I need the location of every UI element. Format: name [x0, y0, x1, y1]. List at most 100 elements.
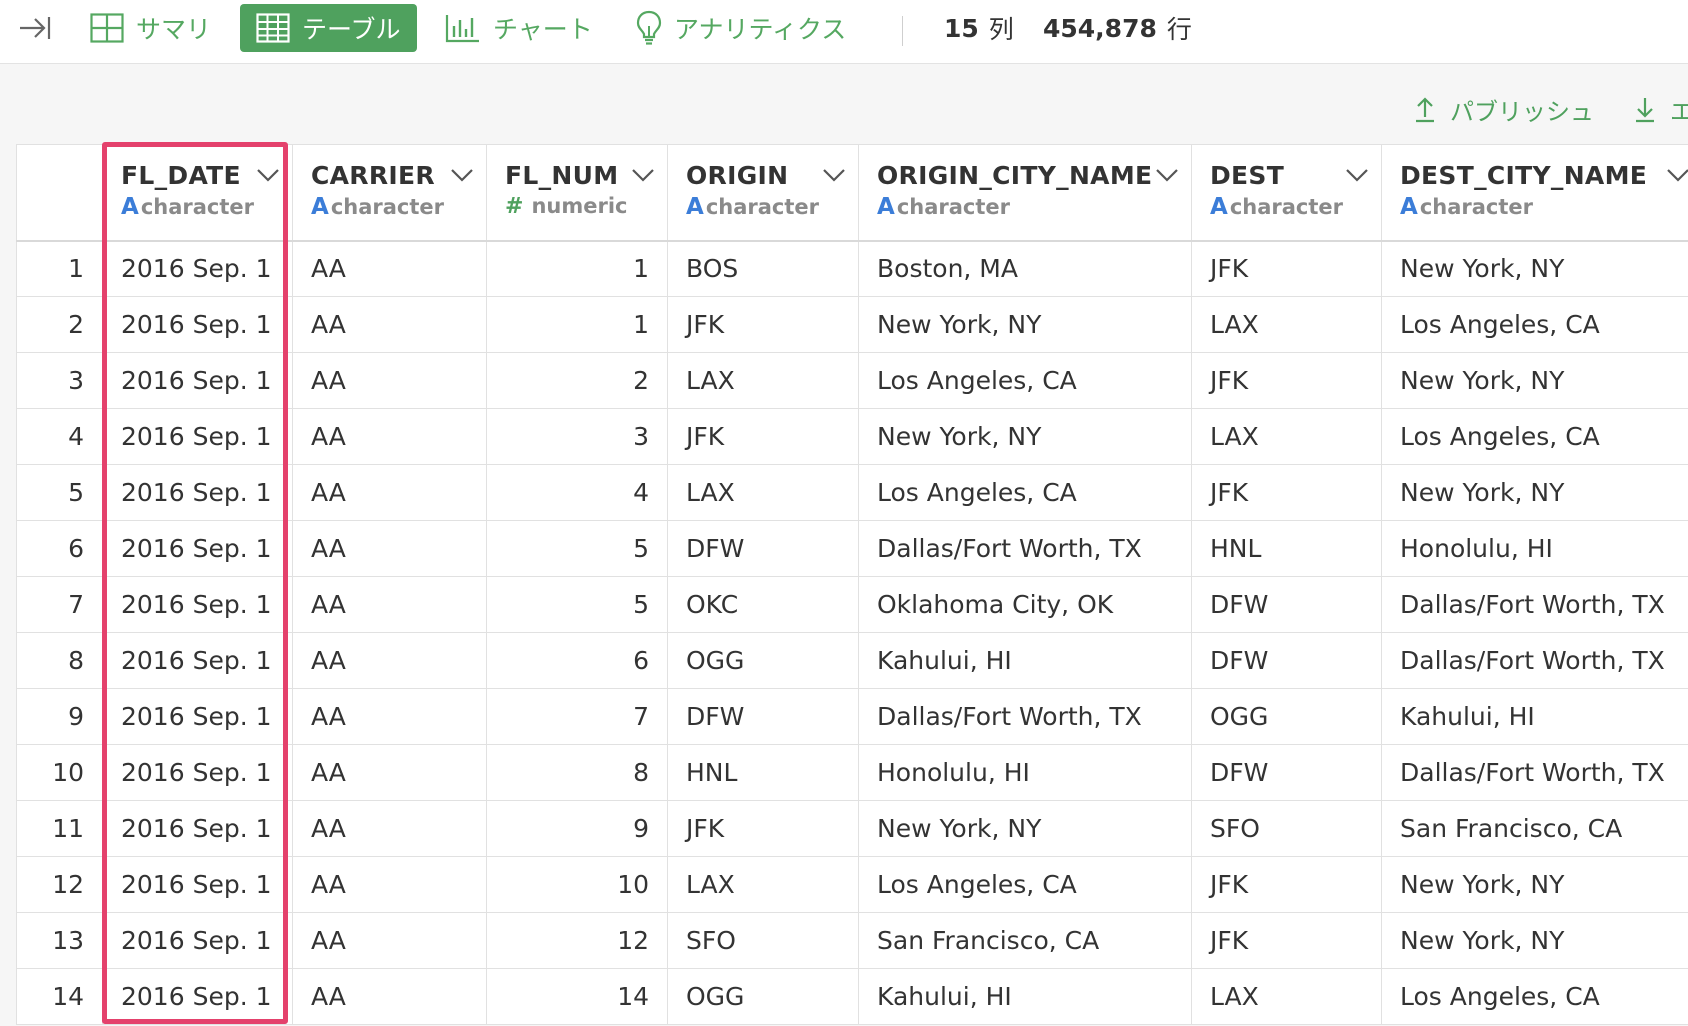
- table-body: 1 2016 Sep. 1 AA 1 BOS Boston, MA JFK New York,…: [16, 240, 1688, 1025]
- publish-button[interactable]: パブリッシュ: [1414, 92, 1594, 126]
- chevron-down-icon[interactable]: [631, 167, 655, 183]
- table-cell: AA: [292, 296, 487, 353]
- table-cell: 7: [486, 688, 668, 745]
- table-cell: 2016 Sep. 1: [102, 520, 293, 577]
- table-row: 5 2016 Sep. 1 AA 4 LAX Los Angeles, CA JFK New …: [16, 464, 1688, 521]
- column-header[interactable]: ORIGIN Acharacter: [667, 144, 859, 242]
- table-cell: JFK: [1191, 464, 1382, 521]
- collapse-sidebar-button[interactable]: [12, 0, 58, 56]
- character-type-icon: A: [311, 194, 329, 220]
- row-count-unit: 行: [1166, 15, 1192, 44]
- column-count: 15 列: [944, 0, 1014, 56]
- table-cell: New York, NY: [1381, 240, 1688, 297]
- row-count: 454,878 行: [1043, 0, 1192, 56]
- row-number: 14: [16, 968, 103, 1025]
- table-row: 6 2016 Sep. 1 AA 5 DFW Dallas/Fort Worth, TX H…: [16, 520, 1688, 577]
- column-header[interactable]: ORIGIN_CITY_NAME Acharacter: [858, 144, 1192, 242]
- table-cell: JFK: [1191, 912, 1382, 969]
- table-cell: 2016 Sep. 1: [102, 352, 293, 409]
- column-header[interactable]: FL_DATE Acharacter: [102, 144, 293, 242]
- table-row: 13 2016 Sep. 1 AA 12 SFO San Francisco, CA JFK…: [16, 912, 1688, 969]
- column-header[interactable]: FL_NUM # numeric: [486, 144, 668, 242]
- column-header-content: FL_NUM # numeric: [487, 146, 667, 239]
- table-cell: AA: [292, 744, 487, 801]
- character-type-icon: A: [1400, 194, 1418, 220]
- numeric-type-icon: #: [505, 194, 524, 219]
- character-type-icon: A: [121, 194, 139, 220]
- table-cell: AA: [292, 520, 487, 577]
- table-cell: 2016 Sep. 1: [102, 800, 293, 857]
- table-cell: Honolulu, HI: [1381, 520, 1688, 577]
- tab-table[interactable]: テーブル: [240, 4, 417, 52]
- table-cell: LAX: [667, 464, 859, 521]
- table-cell: Oklahoma City, OK: [858, 576, 1192, 633]
- table-cell: 2016 Sep. 1: [102, 632, 293, 689]
- column-header[interactable]: DEST_CITY_NAME Acharacter: [1381, 144, 1688, 242]
- table-cell: New York, NY: [1381, 352, 1688, 409]
- table-cell: Dallas/Fort Worth, TX: [1381, 744, 1688, 801]
- chevron-down-icon[interactable]: [1345, 167, 1369, 183]
- table-cell: HNL: [1191, 520, 1382, 577]
- table-cell: HNL: [667, 744, 859, 801]
- row-number: 1: [16, 240, 103, 297]
- chevron-down-icon[interactable]: [450, 167, 474, 183]
- table-cell: 12: [486, 912, 668, 969]
- table-cell: New York, NY: [858, 800, 1192, 857]
- table-cell: AA: [292, 688, 487, 745]
- export-button[interactable]: エ: [1634, 92, 1688, 126]
- column-type: Acharacter: [121, 194, 292, 220]
- column-header[interactable]: CARRIER Acharacter: [292, 144, 487, 242]
- tab-summary-label: サマリ: [136, 15, 212, 44]
- table-cell: 2016 Sep. 1: [102, 408, 293, 465]
- bar-chart-icon: [445, 13, 481, 43]
- table-cell: JFK: [1191, 240, 1382, 297]
- table-cell: New York, NY: [1381, 856, 1688, 913]
- column-type-label: character: [896, 195, 1010, 219]
- table-cell: Dallas/Fort Worth, TX: [858, 520, 1192, 577]
- table-cell: OKC: [667, 576, 859, 633]
- table-cell: 5: [486, 520, 668, 577]
- tab-analytics[interactable]: アナリティクス: [636, 0, 846, 56]
- table-cell: JFK: [667, 296, 859, 353]
- table-cell: AA: [292, 576, 487, 633]
- top-toolbar: サマリ テーブル チャート アナリティクス 15 列 454,878 行: [0, 0, 1688, 64]
- tab-summary[interactable]: サマリ: [90, 0, 211, 56]
- table-cell: Kahului, HI: [1381, 688, 1688, 745]
- table-cell: Los Angeles, CA: [1381, 296, 1688, 353]
- data-grid-area: FL_DATE Acharacter CARRIER Acharacter FL_NUM…: [0, 144, 1688, 1026]
- tab-analytics-label: アナリティクス: [674, 15, 847, 44]
- table-cell: LAX: [1191, 296, 1382, 353]
- tab-chart-label: チャート: [493, 15, 593, 44]
- table-cell: JFK: [667, 408, 859, 465]
- table-cell: DFW: [1191, 576, 1382, 633]
- row-number: 4: [16, 408, 103, 465]
- chevron-down-icon[interactable]: [1666, 167, 1688, 183]
- table-cell: AA: [292, 856, 487, 913]
- action-bar: パブリッシュ エ: [0, 64, 1688, 144]
- column-name: ORIGIN_CITY_NAME: [877, 161, 1153, 190]
- table-cell: Los Angeles, CA: [858, 464, 1192, 521]
- table-cell: AA: [292, 352, 487, 409]
- chevron-down-icon[interactable]: [1155, 167, 1179, 183]
- table-cell: OGG: [667, 632, 859, 689]
- column-count-value: 15: [944, 13, 979, 43]
- column-header[interactable]: DEST Acharacter: [1191, 144, 1382, 242]
- table-cell: DFW: [1191, 632, 1382, 689]
- table-cell: Los Angeles, CA: [858, 352, 1192, 409]
- row-number: 6: [16, 520, 103, 577]
- table-row: 12 2016 Sep. 1 AA 10 LAX Los Angeles, CA JFK Ne…: [16, 856, 1688, 913]
- table-cell: San Francisco, CA: [858, 912, 1192, 969]
- chevron-down-icon[interactable]: [256, 167, 280, 183]
- column-header-content: DEST Acharacter: [1192, 146, 1381, 239]
- row-number-header: [16, 144, 103, 242]
- table-cell: San Francisco, CA: [1381, 800, 1688, 857]
- table-cell: 2016 Sep. 1: [102, 688, 293, 745]
- table-row: 7 2016 Sep. 1 AA 5 OKC Oklahoma City, OK DFW Da…: [16, 576, 1688, 633]
- chevron-down-icon[interactable]: [822, 167, 846, 183]
- column-type: Acharacter: [311, 194, 486, 220]
- table-cell: Los Angeles, CA: [858, 856, 1192, 913]
- tab-chart[interactable]: チャート: [445, 0, 593, 56]
- download-icon: [1634, 95, 1656, 123]
- character-type-icon: A: [686, 194, 704, 220]
- column-header-content: ORIGIN Acharacter: [668, 146, 858, 239]
